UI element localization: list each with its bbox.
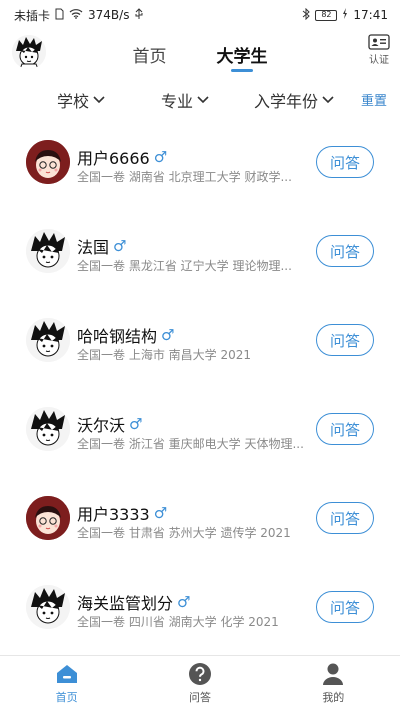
charging-icon xyxy=(342,8,348,22)
girl-avatar-icon xyxy=(26,140,70,184)
sketch-avatar-icon xyxy=(26,407,70,451)
user-meta: 全国一卷 四川省 湖南大学 化学 2021 xyxy=(77,615,279,629)
user-name: 沃尔沃 xyxy=(77,416,126,435)
person-icon xyxy=(323,663,344,685)
user-name: 用户6666 xyxy=(77,149,150,168)
list-item[interactable]: 海关监管划分 ♂ 全国一卷 四川省 湖南大学 化学 2021 问答 xyxy=(0,563,400,652)
user-name-line: 用户3333 ♂ xyxy=(77,501,167,525)
sketch-avatar-icon xyxy=(12,35,46,69)
filter-school-label: 学校 xyxy=(57,92,90,111)
certification-label: 认证 xyxy=(369,55,389,66)
chevron-down-icon xyxy=(322,96,334,104)
certification-button[interactable]: 认证 xyxy=(366,34,392,66)
list-item[interactable]: 法国 ♂ 全国一卷 黑龙江省 辽宁大学 理论物理... 问答 xyxy=(0,207,400,296)
sketch-avatar-icon xyxy=(26,229,70,273)
nav-mine-label: 我的 xyxy=(322,691,345,704)
tab-college-student-label: 大学生 xyxy=(216,47,268,67)
male-icon: ♂ xyxy=(129,415,143,433)
active-tab-indicator xyxy=(231,69,253,72)
header: 首页 大学生 认证 xyxy=(0,30,400,78)
user-avatar[interactable] xyxy=(26,229,70,273)
tab-college-student[interactable]: 大学生 xyxy=(217,30,268,78)
nav-home-label: 首页 xyxy=(55,691,78,704)
list-item[interactable]: 哈哈钢结构 ♂ 全国一卷 上海市 南昌大学 2021 问答 xyxy=(0,296,400,385)
list-item[interactable]: 用户6666 ♂ 全国一卷 湖南省 北京理工大学 财政学... 问答 xyxy=(0,118,400,207)
user-meta: 全国一卷 浙江省 重庆邮电大学 天体物理... xyxy=(77,437,304,451)
user-name-line: 沃尔沃 ♂ xyxy=(77,412,142,436)
user-name: 法国 xyxy=(77,238,110,257)
male-icon: ♂ xyxy=(113,237,127,255)
usb-icon xyxy=(134,7,144,23)
nav-mine[interactable]: 我的 xyxy=(293,662,373,705)
nav-qa-label: 问答 xyxy=(188,691,211,704)
battery-icon: 82 xyxy=(315,9,338,21)
status-time: 17:41 xyxy=(353,8,388,22)
male-icon: ♂ xyxy=(177,593,191,611)
user-meta: 全国一卷 湖南省 北京理工大学 财政学... xyxy=(77,170,292,184)
user-name: 用户3333 xyxy=(77,505,150,524)
user-avatar[interactable] xyxy=(26,496,70,540)
sketch-avatar-icon xyxy=(26,318,70,362)
sim-icon xyxy=(55,8,64,23)
user-avatar[interactable] xyxy=(26,318,70,362)
filter-bar: 学校 专业 入学年份 重置 xyxy=(0,80,400,116)
user-name-line: 海关监管划分 ♂ xyxy=(77,590,190,614)
app-screen: 未插卡 374B/s 82 17:41 首页 大学生 认证 学校 专业 入学年份… xyxy=(0,0,400,711)
chevron-down-icon xyxy=(93,96,105,104)
filter-major-label: 专业 xyxy=(161,92,194,111)
nav-qa[interactable]: 问答 xyxy=(160,662,240,705)
user-name-line: 用户6666 ♂ xyxy=(77,145,167,169)
bottom-nav: 首页 问答 我的 xyxy=(0,655,400,711)
chevron-down-icon xyxy=(197,96,209,104)
filter-major[interactable]: 专业 xyxy=(161,88,210,112)
ask-button[interactable]: 问答 xyxy=(316,502,374,534)
tab-home-label: 首页 xyxy=(132,47,167,67)
user-name: 海关监管划分 xyxy=(77,594,174,613)
carrier-text: 未插卡 xyxy=(14,8,51,23)
list-item[interactable]: 用户3333 ♂ 全国一卷 甘肃省 苏州大学 遗传学 2021 问答 xyxy=(0,474,400,563)
user-name: 哈哈钢结构 xyxy=(77,327,158,346)
user-meta: 全国一卷 黑龙江省 辽宁大学 理论物理... xyxy=(77,259,292,273)
bluetooth-icon xyxy=(302,7,311,23)
nav-home[interactable]: 首页 xyxy=(27,662,107,705)
profile-avatar[interactable] xyxy=(12,35,46,69)
user-avatar[interactable] xyxy=(26,585,70,629)
user-avatar[interactable] xyxy=(26,140,70,184)
tab-home[interactable]: 首页 xyxy=(133,30,167,78)
wifi-icon xyxy=(69,8,83,22)
user-meta: 全国一卷 甘肃省 苏州大学 遗传学 2021 xyxy=(77,526,291,540)
question-icon xyxy=(188,663,211,685)
header-tabs: 首页 大学生 xyxy=(0,30,400,78)
status-right: 82 17:41 xyxy=(302,7,388,23)
user-name-line: 法国 ♂ xyxy=(77,234,126,258)
network-speed: 374B/s xyxy=(88,8,130,22)
home-icon xyxy=(56,665,77,683)
ask-button[interactable]: 问答 xyxy=(316,413,374,445)
filter-year-label: 入学年份 xyxy=(254,92,319,111)
id-card-icon xyxy=(368,34,390,50)
battery-level: 82 xyxy=(321,10,332,19)
ask-button[interactable]: 问答 xyxy=(316,591,374,623)
user-avatar[interactable] xyxy=(26,407,70,451)
student-list: 用户6666 ♂ 全国一卷 湖南省 北京理工大学 财政学... 问答 法国 ♂ xyxy=(0,118,400,652)
status-left: 未插卡 374B/s xyxy=(14,7,144,24)
user-name-line: 哈哈钢结构 ♂ xyxy=(77,323,174,347)
filter-school[interactable]: 学校 xyxy=(57,88,106,112)
filter-enrollment-year[interactable]: 入学年份 xyxy=(254,88,335,112)
male-icon: ♂ xyxy=(153,148,168,166)
male-icon: ♂ xyxy=(161,326,175,344)
reset-button[interactable]: 重置 xyxy=(361,90,387,109)
list-item[interactable]: 沃尔沃 ♂ 全国一卷 浙江省 重庆邮电大学 天体物理... 问答 xyxy=(0,385,400,474)
ask-button[interactable]: 问答 xyxy=(316,146,374,178)
sketch-avatar-icon xyxy=(26,585,70,629)
ask-button[interactable]: 问答 xyxy=(316,324,374,356)
male-icon: ♂ xyxy=(153,504,168,522)
user-meta: 全国一卷 上海市 南昌大学 2021 xyxy=(77,348,251,362)
ask-button[interactable]: 问答 xyxy=(316,235,374,267)
girl-avatar-icon xyxy=(26,496,70,540)
status-bar: 未插卡 374B/s 82 17:41 xyxy=(0,0,400,30)
